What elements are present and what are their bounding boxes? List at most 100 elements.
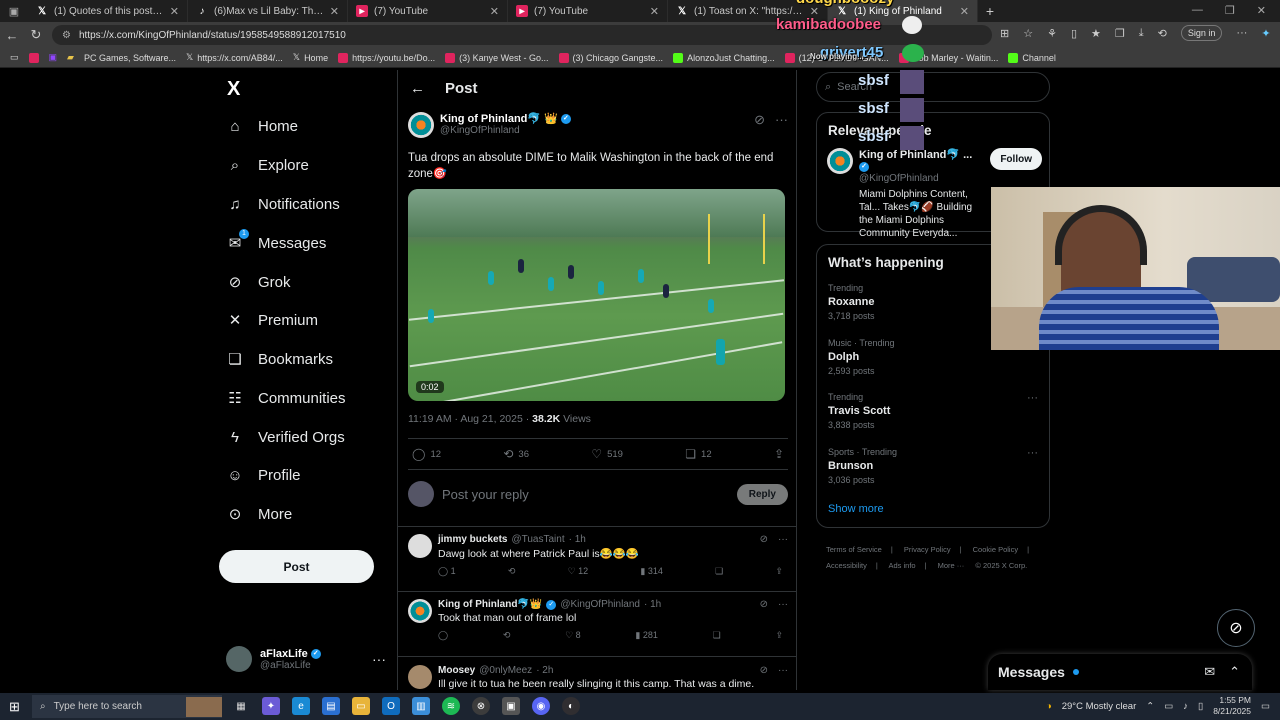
grok-floating-button[interactable]: ⊘ — [1217, 609, 1255, 647]
xbox-icon[interactable]: ⊗ — [472, 697, 490, 715]
x-logo-icon[interactable]: X — [227, 78, 240, 101]
sidebar-item-verified-orgs[interactable]: ϟ Verified Orgs — [226, 428, 345, 446]
install-app-icon[interactable]: ⊞ — [1000, 27, 1009, 40]
repost-button[interactable]: ⟲ — [508, 566, 516, 577]
share-button[interactable]: ⇪ — [774, 447, 784, 461]
close-tab-icon[interactable]: ✕ — [490, 5, 499, 18]
bookmark-button[interactable]: ❏ 12 — [685, 447, 711, 461]
reply-button[interactable]: ◯ — [438, 630, 448, 641]
tray-overflow-icon[interactable]: ⌃ — [1146, 701, 1154, 712]
bookmark-item[interactable]: Channel — [1008, 52, 1056, 63]
avatar[interactable] — [827, 148, 853, 174]
new-message-icon[interactable]: ✉ — [1204, 664, 1215, 680]
bookmark-item[interactable]: AlonzoJust Chatting... — [673, 52, 775, 63]
reply-author-handle[interactable]: @KingOfPhinland — [560, 599, 640, 610]
reply-post[interactable]: King of Phinland🐬👑 ✓ @KingOfPhinland · 1h ⊘ ·… — [408, 599, 788, 641]
footer-link[interactable]: More ··· — [938, 561, 965, 570]
footer-link[interactable]: Privacy Policy — [904, 545, 951, 554]
grok-icon[interactable]: ⊘ — [760, 534, 768, 545]
bookmark-item[interactable]: PC Games, Software... — [84, 53, 176, 63]
weather-icon[interactable]: ◑ — [1046, 701, 1052, 712]
footer-link[interactable]: Cookie Policy — [973, 545, 1018, 554]
reply-submit-button[interactable]: Reply — [736, 483, 788, 505]
follow-button[interactable]: Follow — [990, 148, 1042, 170]
file-explorer-icon[interactable]: ▭ — [352, 697, 370, 715]
sidebar-item-bookmarks[interactable]: ❏ Bookmarks — [226, 350, 333, 369]
sidebar-item-explore[interactable]: ⌕ Explore — [226, 156, 309, 174]
close-tab-icon[interactable]: ✕ — [650, 5, 659, 18]
like-button[interactable]: ♡ 12 — [568, 566, 589, 577]
close-tab-icon[interactable]: ✕ — [960, 5, 969, 18]
sign-in-button[interactable]: Sign in — [1180, 25, 1223, 41]
avatar[interactable] — [408, 665, 432, 689]
bookmark-item[interactable]: (3) Kanye West - Go... — [445, 52, 549, 63]
extensions-icon[interactable]: ⚘ — [1047, 27, 1057, 40]
battery-icon[interactable]: ▯ — [1198, 701, 1203, 712]
star-icon[interactable]: ☆ — [1023, 27, 1033, 40]
more-icon[interactable]: ··· — [1027, 447, 1038, 459]
grok-icon[interactable]: ⊘ — [760, 599, 768, 610]
like-button[interactable]: ♡ 519 — [591, 447, 623, 461]
trend-item[interactable]: Trending Travis Scott 3,838 posts ··· — [828, 392, 1038, 430]
reply-author-name[interactable]: jimmy buckets — [438, 534, 507, 545]
video-player[interactable]: 0:02 — [408, 189, 785, 401]
reply-input[interactable]: Post your reply — [442, 487, 529, 502]
clock[interactable]: 1:55 PM 8/21/2025 — [1213, 695, 1251, 717]
show-more-link[interactable]: Show more — [828, 503, 884, 515]
reply-author-name[interactable]: Moosey — [438, 665, 475, 676]
minimize-icon[interactable]: — — [1192, 4, 1203, 17]
favorites-icon[interactable]: ★ — [1091, 27, 1101, 40]
close-window-icon[interactable]: ✕ — [1257, 4, 1266, 17]
bookmark-item[interactable]: https://youtu.be/Do... — [338, 52, 435, 63]
volume-icon[interactable]: ♪ — [1183, 701, 1188, 712]
copilot-icon[interactable]: ✦ — [262, 697, 280, 715]
avatar[interactable] — [408, 599, 432, 623]
sidebar-item-grok[interactable]: ⊘ Grok — [226, 273, 291, 292]
reply-button[interactable]: ◯ 12 — [412, 447, 441, 461]
expand-icon[interactable]: ⌃ — [1229, 664, 1240, 680]
bookmark-icon[interactable]: ❏ — [713, 630, 721, 641]
browser-tab[interactable]: ♪(6)Max vs Lil Baby: The $50K Bet✕ — [188, 0, 348, 22]
like-button[interactable]: ♡ 8 — [565, 630, 581, 641]
sidebar-item-premium[interactable]: ✕ Premium — [226, 311, 318, 330]
browser-tab[interactable]: ▸ (7) YouTube ✕ — [348, 0, 508, 22]
account-switcher[interactable]: aFlaxLife ✓ @aFlaxLife ··· — [226, 646, 386, 672]
trend-item[interactable]: Sports · Trending Brunson 3,036 posts ··· — [828, 447, 1038, 485]
bookmark-item[interactable]: 𝕏 Home — [293, 52, 328, 63]
collections-icon[interactable]: ❐ — [1115, 27, 1125, 40]
outlook-icon[interactable]: O — [382, 697, 400, 715]
sidebar-item-more[interactable]: ⊙ More — [226, 505, 292, 524]
reply-author-handle[interactable]: @TuasTaint — [511, 534, 564, 545]
notifications-icon[interactable]: ▭ — [1261, 701, 1270, 712]
sidebar-item-notifications[interactable]: ♫ Notifications — [226, 195, 339, 213]
avatar[interactable] — [408, 112, 434, 138]
grok-icon[interactable]: ⊘ — [760, 665, 768, 676]
grok-icon[interactable]: ⊘ — [754, 112, 765, 138]
back-arrow-icon[interactable]: ← — [410, 80, 425, 97]
footer-link[interactable]: Accessibility — [826, 561, 867, 570]
close-tab-icon[interactable]: ✕ — [330, 5, 339, 18]
reply-post[interactable]: jimmy buckets @TuasTaint · 1h ⊘ ··· Dawg loo… — [408, 534, 788, 577]
more-icon[interactable]: ··· — [1027, 392, 1038, 404]
taskbar-search-input[interactable]: ⌕ Type here to search — [32, 695, 222, 718]
bookmark-folder-icon[interactable]: ▭ — [10, 52, 19, 63]
download-icon[interactable]: ⤓ — [1139, 27, 1144, 40]
avatar[interactable] — [408, 534, 432, 558]
post-button[interactable]: Post — [219, 550, 374, 583]
twitch-icon[interactable]: ▣ — [49, 52, 58, 63]
windows-start-icon[interactable]: ⊞ — [9, 699, 20, 715]
reply-author-name[interactable]: King of Phinland🐬👑 — [438, 599, 542, 610]
sidebar-item-messages[interactable]: ✉ 1 Messages — [226, 229, 326, 252]
refresh-icon[interactable]: ↻ — [24, 27, 48, 43]
bookmark-item[interactable]: (3) Chicago Gangste... — [558, 52, 663, 63]
footer-link[interactable]: Terms of Service — [826, 545, 882, 554]
repost-button[interactable]: ⟲ 36 — [503, 447, 529, 461]
maximize-icon[interactable]: ❐ — [1225, 4, 1235, 17]
split-screen-icon[interactable]: ▯ — [1071, 27, 1077, 40]
back-icon[interactable]: ← — [0, 28, 24, 43]
task-view-icon[interactable]: ▦ — [232, 697, 250, 715]
repost-button[interactable]: ⟲ — [503, 630, 511, 641]
app-icon[interactable]: ▣ — [502, 697, 520, 715]
share-icon[interactable]: ⇪ — [775, 566, 783, 577]
edge-icon[interactable]: e — [292, 697, 310, 715]
